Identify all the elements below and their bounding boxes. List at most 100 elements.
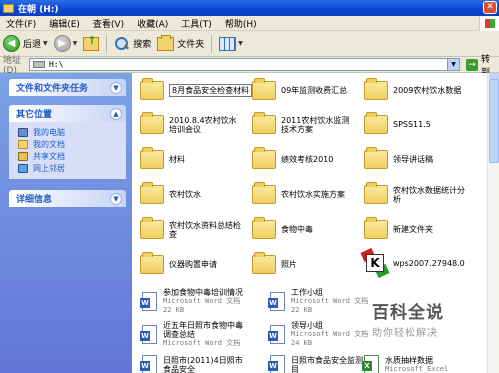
place-my-computer[interactable]: 我的电脑 xyxy=(18,126,126,138)
menu-file[interactable]: 文件(F) xyxy=(0,17,43,30)
chevron-down-icon[interactable]: ▼ xyxy=(110,192,122,205)
vertical-scrollbar[interactable] xyxy=(487,73,499,373)
document-type: Microsoft Word 文档 xyxy=(163,297,241,305)
menu-favorites[interactable]: 收藏(A) xyxy=(131,17,175,30)
chevron-up-icon[interactable]: ▲ xyxy=(110,107,122,120)
place-network[interactable]: 网上邻居 xyxy=(18,162,126,174)
document-info: 领导小组 Microsoft Word 文档 24 KB xyxy=(291,321,368,348)
scrollbar-thumb[interactable] xyxy=(489,79,499,163)
tasks-title: 文件和文件夹任务 xyxy=(16,84,89,94)
forward-button[interactable]: ▶ ▼ xyxy=(51,33,81,55)
menu-help[interactable]: 帮助(H) xyxy=(219,17,264,30)
folder-icon xyxy=(140,147,164,169)
chevron-down-icon[interactable]: ▼ xyxy=(110,81,122,94)
address-bar: 地址(D) H:\ ▼ → 转到 xyxy=(0,55,499,78)
document-type: Microsoft Excel xyxy=(385,364,449,373)
folder-item[interactable]: 领导讲话稿 xyxy=(364,147,433,169)
folders-icon xyxy=(157,34,175,51)
folder-label: 农村饮水数据统计分析 xyxy=(393,185,465,204)
folder-item[interactable]: 材料 xyxy=(140,147,185,169)
folder-item[interactable]: 仪器购置申请 xyxy=(140,252,217,274)
back-label: 后退 xyxy=(23,40,42,50)
document-info: 近五年日照市食物中毒调查总结 Microsoft Word 文档 xyxy=(163,321,245,348)
word-doc-icon xyxy=(268,355,285,373)
folder-label: 农村饮水 xyxy=(169,190,201,199)
place-shared-documents[interactable]: 共享文档 xyxy=(18,150,126,162)
chevron-down-icon[interactable]: ▼ xyxy=(73,40,78,47)
address-input[interactable]: H:\ ▼ xyxy=(28,58,461,71)
folder-item[interactable]: 新建文件夹 xyxy=(364,217,433,239)
folder-label: 农村饮水实施方案 xyxy=(281,190,345,199)
document-item[interactable]: 领导小组 Microsoft Word 文档 24 KB xyxy=(268,321,368,348)
folder-item[interactable]: 8月食品安全检查材料 xyxy=(140,78,253,100)
drive-icon xyxy=(32,61,45,68)
folder-item[interactable]: 09年监测收费汇总 xyxy=(252,78,347,100)
folders-button[interactable]: 文件夹 xyxy=(154,33,207,55)
document-type: Microsoft Word 文档 xyxy=(291,297,369,305)
folder-label: 食物中毒 xyxy=(281,225,313,234)
document-info: 日照市(2011)4日照市食品安全 xyxy=(163,356,247,373)
folder-item[interactable]: 2009农村饮水数据 xyxy=(364,78,461,100)
folder-label: 2010.8.4农村饮水培训会议 xyxy=(169,115,237,134)
folder-icon xyxy=(364,78,388,100)
folder-item[interactable]: 照片 xyxy=(252,252,297,274)
chevron-down-icon[interactable]: ▼ xyxy=(447,59,460,70)
folder-item[interactable]: 农村饮水实施方案 xyxy=(252,182,345,204)
app-item[interactable]: K wps2007.27948.0 xyxy=(360,247,465,279)
folder-label: 2011农村饮水监测技术方案 xyxy=(281,115,350,134)
folder-item[interactable]: 农村饮水 xyxy=(140,182,201,204)
details-title: 详细信息 xyxy=(16,195,53,205)
folder-item[interactable]: 绩效考核2010 xyxy=(252,147,334,169)
chevron-down-icon[interactable]: ▼ xyxy=(238,40,243,47)
tasks-panel-header[interactable]: 文件和文件夹任务 ▼ xyxy=(9,79,126,96)
document-item[interactable]: 工作小组 Microsoft Word 文档 22 KB xyxy=(268,288,369,315)
folder-icon xyxy=(3,3,14,13)
document-name: 领导小组 xyxy=(291,321,323,330)
place-my-documents[interactable]: 我的文档 xyxy=(18,138,126,150)
document-item[interactable]: 近五年日照市食物中毒调查总结 Microsoft Word 文档 xyxy=(140,321,245,348)
folder-label: 材料 xyxy=(169,155,185,164)
back-button[interactable]: ◀ 后退 ▼ xyxy=(0,33,51,55)
up-folder-icon xyxy=(83,34,100,51)
document-size: 22 KB xyxy=(291,306,313,314)
folder-label: 绩效考核2010 xyxy=(281,155,334,164)
search-button[interactable]: 搜索 xyxy=(111,33,154,55)
documents-icon xyxy=(18,139,28,149)
document-item[interactable]: 日照市(2011)4日照市食品安全 xyxy=(140,355,247,373)
address-value: H:\ xyxy=(48,60,64,69)
other-places-body: 我的电脑 我的文档 共享文档 网上邻居 xyxy=(9,122,126,179)
folder-item[interactable]: 2011农村饮水监测技术方案 xyxy=(252,112,355,134)
document-name: 工作小组 xyxy=(291,288,323,297)
close-button[interactable]: ✕ xyxy=(483,1,497,14)
document-item[interactable]: 参加食物中毒培训情况 Microsoft Word 文档 22 KB xyxy=(140,288,243,315)
folder-item[interactable]: 农村饮水数据统计分析 xyxy=(364,182,467,204)
details-panel-header[interactable]: 详细信息 ▼ xyxy=(9,190,126,207)
folder-item[interactable]: 农村饮水资料总结检查 xyxy=(140,217,243,239)
folder-icon xyxy=(140,112,164,134)
folder-icon xyxy=(252,252,276,274)
place-label: 网上邻居 xyxy=(33,163,65,173)
word-doc-icon xyxy=(140,325,157,344)
document-item[interactable]: 日照市食品安全监测项目 xyxy=(268,355,377,373)
views-button[interactable]: ▼ xyxy=(216,33,246,55)
document-name: 参加食物中毒培训情况 xyxy=(163,288,243,297)
menu-view[interactable]: 查看(V) xyxy=(87,17,131,30)
folder-icon xyxy=(252,78,276,100)
wps-installer-icon: K xyxy=(360,247,390,279)
folder-item[interactable]: SPSS11.5 xyxy=(364,112,431,134)
document-item[interactable]: 水质抽样数据 Microsoft Excel xyxy=(362,355,449,373)
forward-arrow-icon: ▶ xyxy=(53,35,71,52)
menu-edit[interactable]: 编辑(E) xyxy=(43,17,87,30)
other-places-header[interactable]: 其它位置 ▲ xyxy=(9,105,126,122)
folder-item[interactable]: 食物中毒 xyxy=(252,217,313,239)
folder-item[interactable]: 2010.8.4农村饮水培训会议 xyxy=(140,112,241,134)
folder-label: 新建文件夹 xyxy=(393,225,433,234)
up-folder-button[interactable] xyxy=(80,33,102,55)
document-size: 24 KB xyxy=(291,339,313,347)
chevron-down-icon[interactable]: ▼ xyxy=(43,40,48,47)
details-panel: 详细信息 ▼ xyxy=(9,190,126,207)
menu-tools[interactable]: 工具(T) xyxy=(175,17,219,30)
folder-icon xyxy=(252,182,276,204)
watermark-subtitle: 助你轻松解决 xyxy=(372,328,438,339)
windows-logo-icon xyxy=(479,16,499,31)
